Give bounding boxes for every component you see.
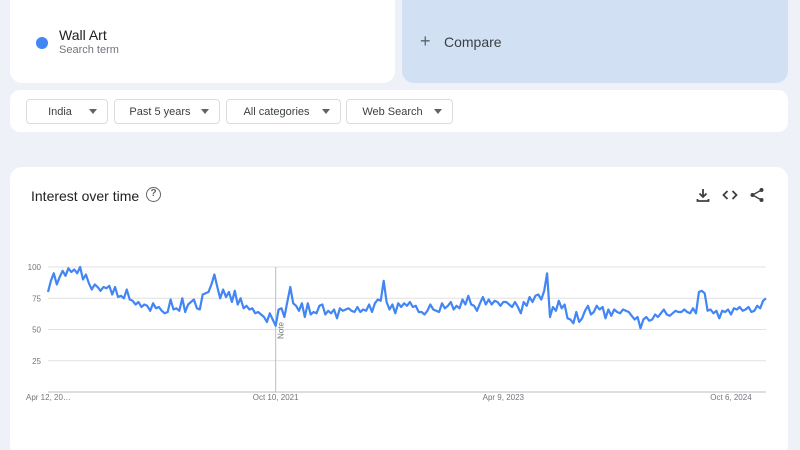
time-period-value: Past 5 years	[129, 105, 191, 118]
time-period-dropdown[interactable]: Past 5 years	[114, 99, 220, 124]
interest-over-time-card: Interest over time ? 25 50 75 100 Note Apr …	[10, 167, 788, 450]
y-tick-label: 75	[32, 294, 41, 303]
term-color-dot	[36, 37, 48, 49]
region-dropdown[interactable]: India	[26, 99, 108, 124]
region-value: India	[48, 105, 72, 118]
search-term-card[interactable]: Wall Art Search term	[10, 0, 395, 83]
search-property-dropdown[interactable]: Web Search	[346, 99, 453, 124]
search-term-subtitle: Search term	[59, 44, 119, 56]
filter-bar: India Past 5 years All categories Web Se…	[10, 90, 788, 132]
dropdown-arrow-icon	[89, 109, 97, 114]
category-dropdown[interactable]: All categories	[226, 99, 341, 124]
y-tick-label: 25	[32, 357, 41, 366]
y-tick-label: 50	[32, 326, 41, 335]
dropdown-arrow-icon	[434, 109, 442, 114]
compare-label: Compare	[444, 34, 502, 50]
x-tick-label: Oct 6, 2024	[710, 393, 752, 402]
category-value: All categories	[243, 105, 310, 118]
series-line-wall-art[interactable]	[46, 265, 767, 330]
note-label[interactable]: Note	[277, 322, 286, 339]
search-property-value: Web Search	[362, 105, 423, 118]
interest-line-chart: 25 50 75 100 Note Apr 12, 20… Oct 10, 2021 Ap…	[26, 263, 767, 402]
y-tick-label: 100	[28, 263, 42, 272]
x-tick-label: Apr 9, 2023	[483, 393, 525, 402]
dropdown-arrow-icon	[322, 109, 330, 114]
x-tick-label: Apr 12, 20…	[26, 393, 71, 402]
search-term-name[interactable]: Wall Art	[59, 27, 107, 43]
x-tick-label: Oct 10, 2021	[253, 393, 299, 402]
add-icon: +	[420, 31, 431, 51]
compare-button[interactable]: + Compare	[402, 0, 788, 83]
dropdown-arrow-icon	[201, 109, 209, 114]
